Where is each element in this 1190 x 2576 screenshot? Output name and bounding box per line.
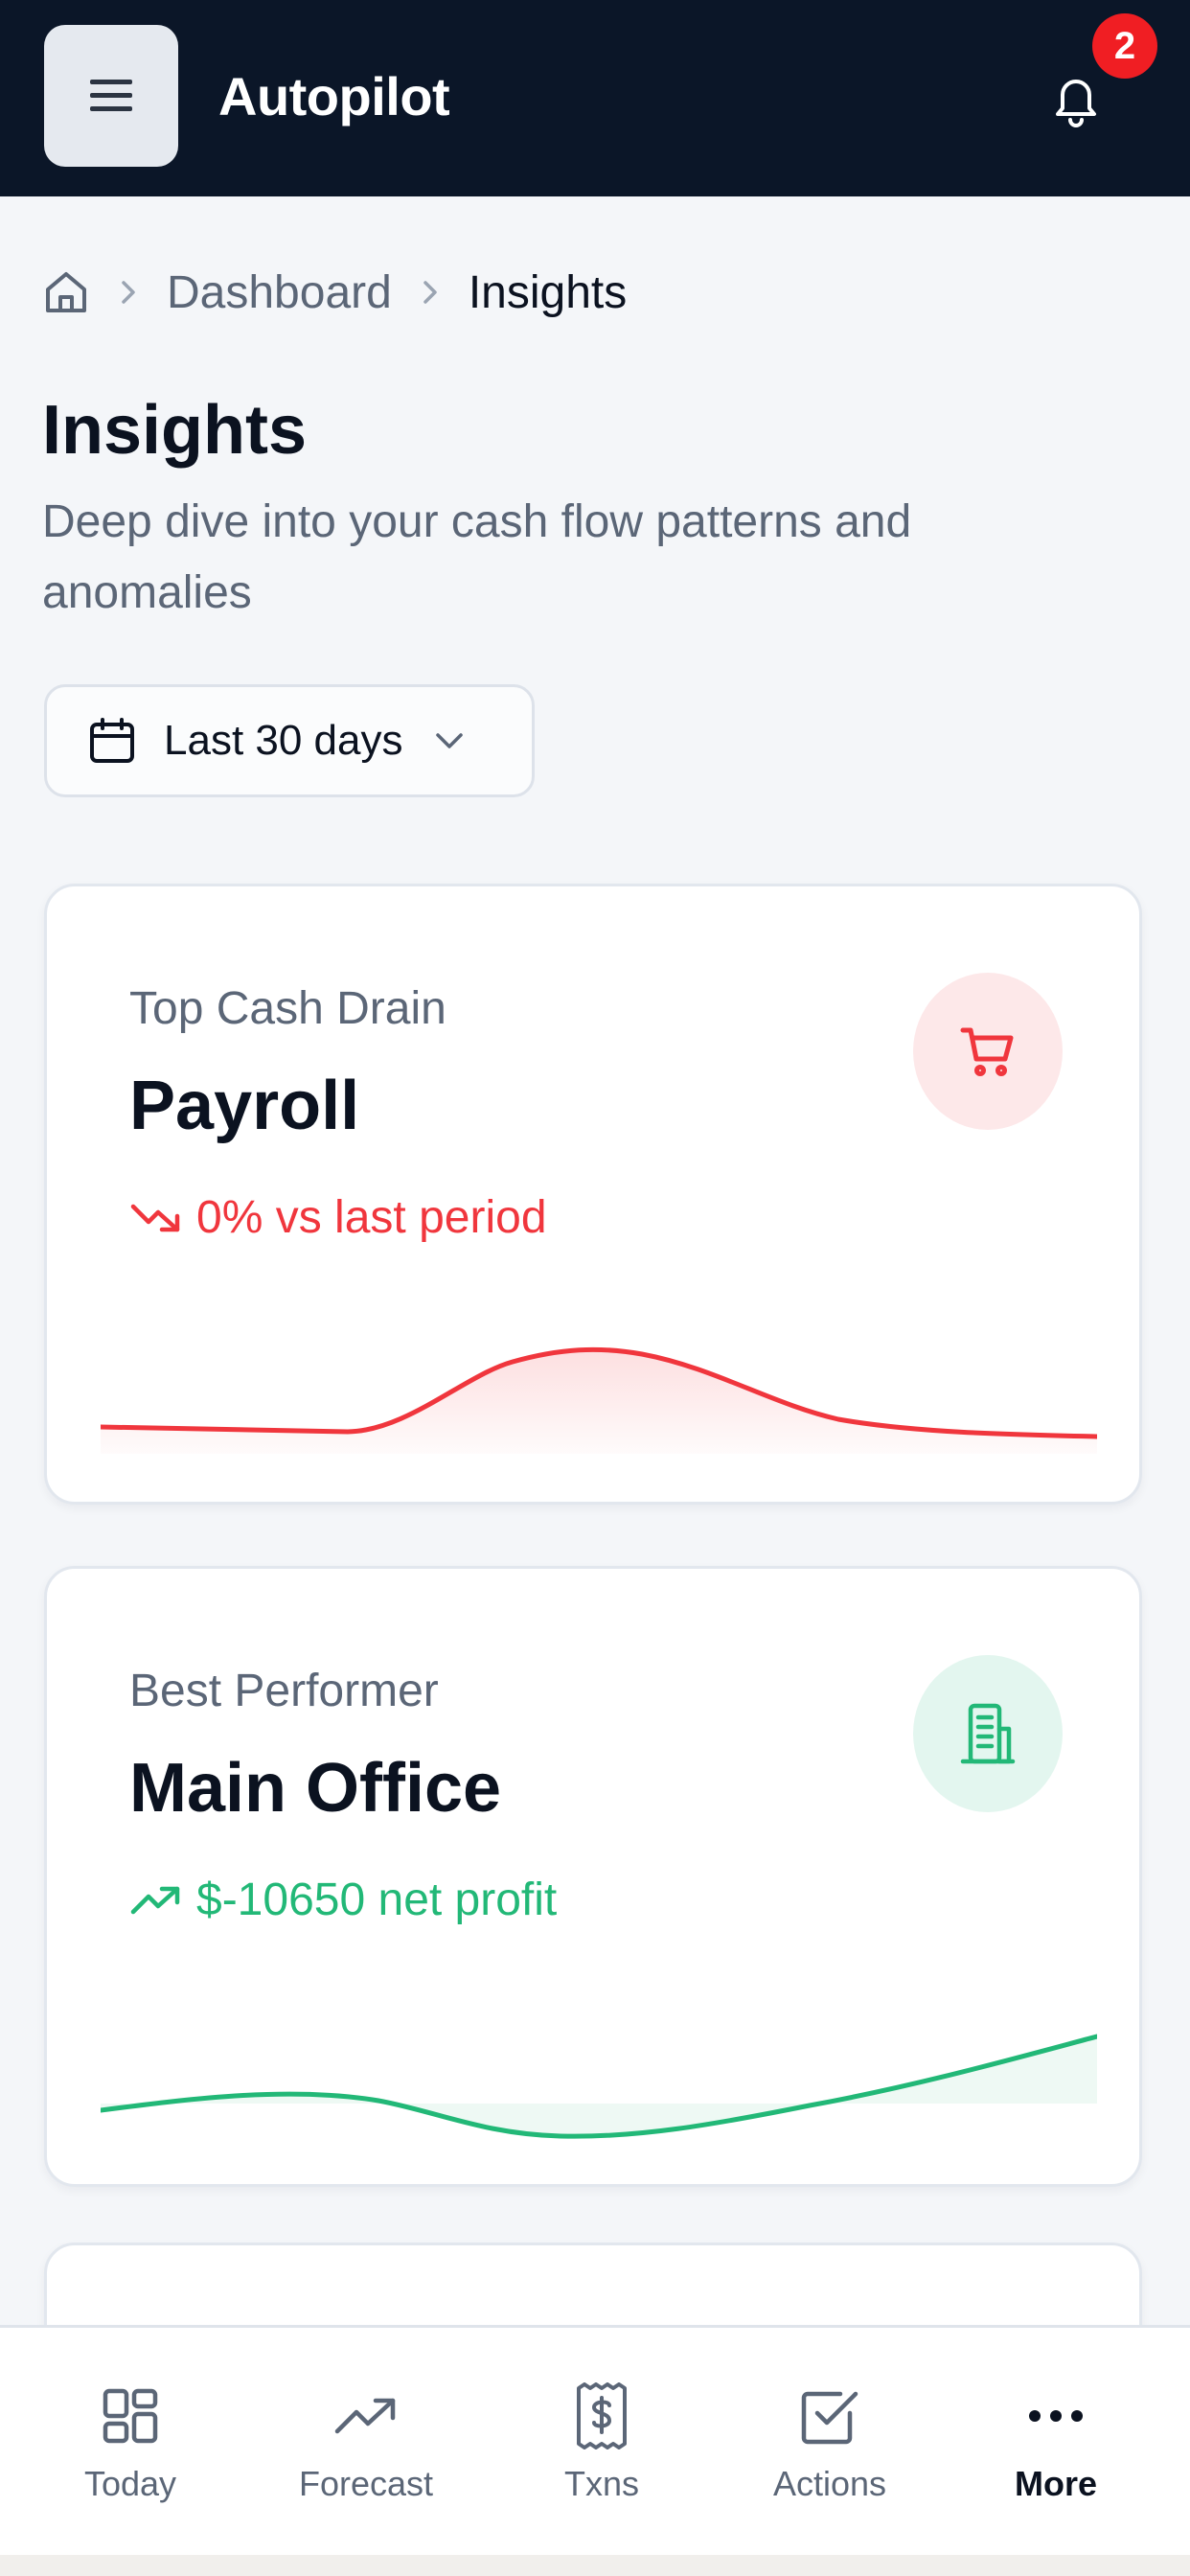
trending-down-icon [129, 1199, 183, 1237]
chevron-right-icon [421, 278, 440, 307]
date-range-label: Last 30 days [164, 717, 403, 764]
sparkline-chart [101, 1346, 1097, 1454]
card-headline: Main Office [129, 1750, 502, 1827]
insights-screen: Autopilot 2 Dashboard Insights Insights … [0, 0, 1190, 2576]
menu-button[interactable] [44, 25, 178, 167]
nav-today[interactable]: Today [15, 2381, 245, 2535]
checkbox-icon [795, 2381, 864, 2450]
sparkline-area [101, 1349, 1097, 1454]
sparkline-area [101, 2036, 1097, 2137]
notifications-button[interactable] [1044, 67, 1108, 130]
app-title: Autopilot [218, 66, 450, 126]
nav-more[interactable]: More [941, 2381, 1171, 2535]
best-performer-card[interactable]: Best Performer Main Office $-10650 net p… [44, 1566, 1142, 2187]
nav-label: Today [83, 2464, 177, 2503]
cart-icon [960, 1027, 1014, 1076]
nav-label: Forecast [298, 2464, 434, 2503]
chevron-down-icon [435, 733, 463, 748]
page-title: Insights [42, 392, 308, 469]
card-metric: 0% vs last period [129, 1191, 547, 1244]
bottom-nav: Today Forecast Txns Actions More [0, 2325, 1190, 2555]
grid-icon [96, 2381, 165, 2450]
card-metric-text: 0% vs last period [196, 1192, 547, 1243]
top-bar: Autopilot 2 [0, 0, 1190, 196]
nav-txns[interactable]: Txns [487, 2381, 717, 2535]
breadcrumb-insights: Insights [468, 266, 628, 318]
home-icon[interactable] [42, 268, 90, 316]
bell-icon [1056, 80, 1096, 127]
trending-up-icon [129, 1881, 183, 1920]
trending-up-icon [332, 2381, 400, 2450]
card-headline: Payroll [129, 1068, 360, 1144]
card-eyebrow: Top Cash Drain [129, 983, 446, 1034]
card-icon-badge [913, 1655, 1063, 1812]
calendar-icon [90, 718, 134, 763]
nav-label: Txns [563, 2464, 639, 2503]
breadcrumb: Dashboard Insights [42, 259, 627, 326]
date-range-select[interactable]: Last 30 days [44, 684, 535, 797]
receipt-dollar-icon [567, 2381, 636, 2450]
card-eyebrow: Best Performer [129, 1666, 439, 1716]
top-cash-drain-card[interactable]: Top Cash Drain Payroll 0% vs last period [44, 884, 1142, 1505]
nav-forecast[interactable]: Forecast [251, 2381, 481, 2535]
card-metric: $-10650 net profit [129, 1874, 557, 1926]
chevron-right-icon [119, 278, 138, 307]
more-dots-icon [1021, 2381, 1090, 2450]
card-metric-text: $-10650 net profit [196, 1874, 558, 1925]
nav-actions[interactable]: Actions [715, 2381, 945, 2535]
card-icon-badge [913, 973, 1063, 1130]
page-subtitle: Deep dive into your cash flow patterns a… [42, 496, 912, 618]
home-indicator-area [0, 2555, 1190, 2576]
hamburger-icon [90, 80, 132, 111]
notification-badge: 2 [1092, 13, 1157, 79]
breadcrumb-dashboard[interactable]: Dashboard [167, 266, 392, 319]
sparkline-chart [101, 2034, 1097, 2139]
building-icon [960, 1703, 1016, 1764]
nav-label: Actions [772, 2464, 887, 2503]
nav-label: More [1014, 2464, 1097, 2503]
